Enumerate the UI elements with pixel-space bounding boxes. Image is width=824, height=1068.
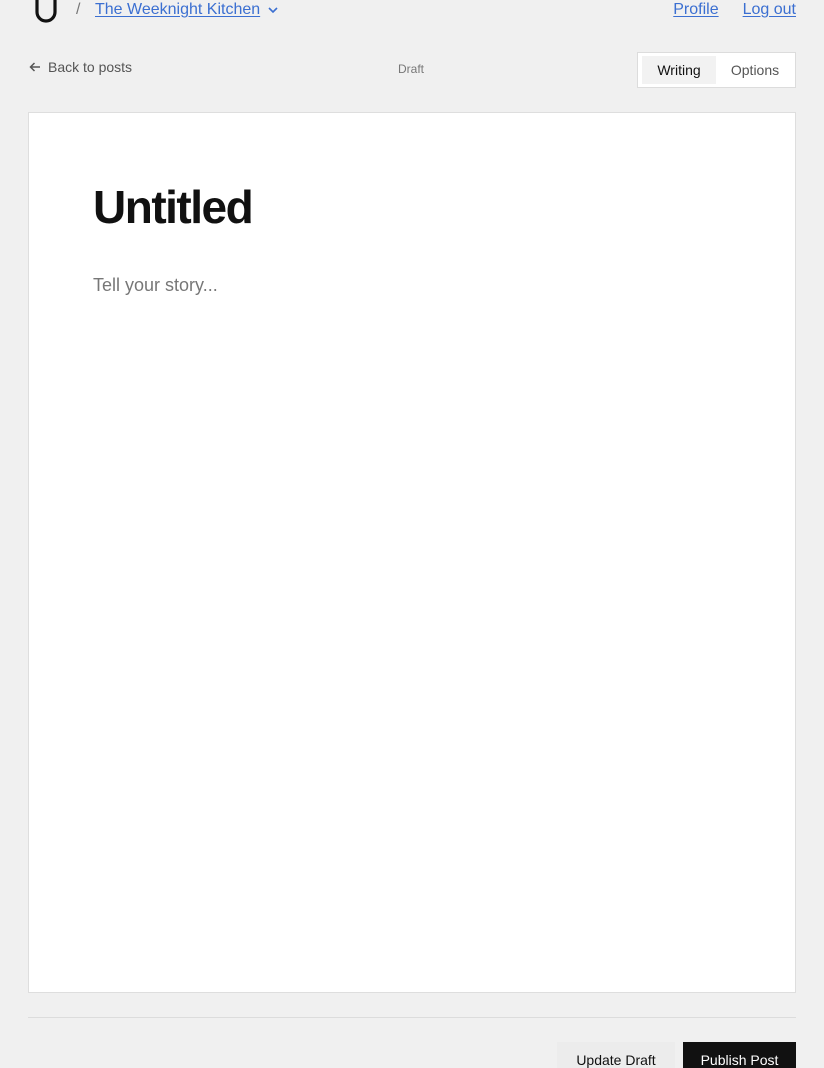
update-draft-button[interactable]: Update Draft — [557, 1042, 675, 1068]
logo-icon[interactable] — [28, 0, 64, 24]
editor-page: / The Weeknight Kitchen Profile Log out … — [0, 0, 824, 1068]
post-status: Draft — [398, 62, 425, 76]
logout-link[interactable]: Log out — [743, 0, 796, 20]
breadcrumb-separator: / — [76, 1, 81, 18]
tab-writing[interactable]: Writing — [642, 56, 716, 84]
top-nav: / The Weeknight Kitchen Profile Log out — [0, 0, 824, 24]
chevron-down-icon — [266, 3, 280, 17]
body-input[interactable]: Tell your story... — [93, 273, 218, 297]
arrow-left-icon — [28, 60, 42, 74]
footer-divider — [28, 1017, 796, 1018]
back-label: Back to posts — [48, 59, 133, 75]
site-switcher[interactable]: The Weeknight Kitchen — [95, 0, 280, 20]
tab-options[interactable]: Options — [718, 56, 792, 84]
mode-toggle: Writing Options — [637, 52, 796, 88]
title-input[interactable]: Untitled — [93, 179, 254, 235]
publish-post-button[interactable]: Publish Post — [683, 1042, 796, 1068]
profile-link[interactable]: Profile — [673, 0, 718, 20]
user-nav: Profile Log out — [673, 0, 796, 20]
editor-card: Untitled Tell your story... — [28, 112, 796, 993]
site-name: The Weeknight Kitchen — [95, 1, 261, 18]
back-to-posts-link[interactable]: Back to posts — [28, 59, 132, 75]
